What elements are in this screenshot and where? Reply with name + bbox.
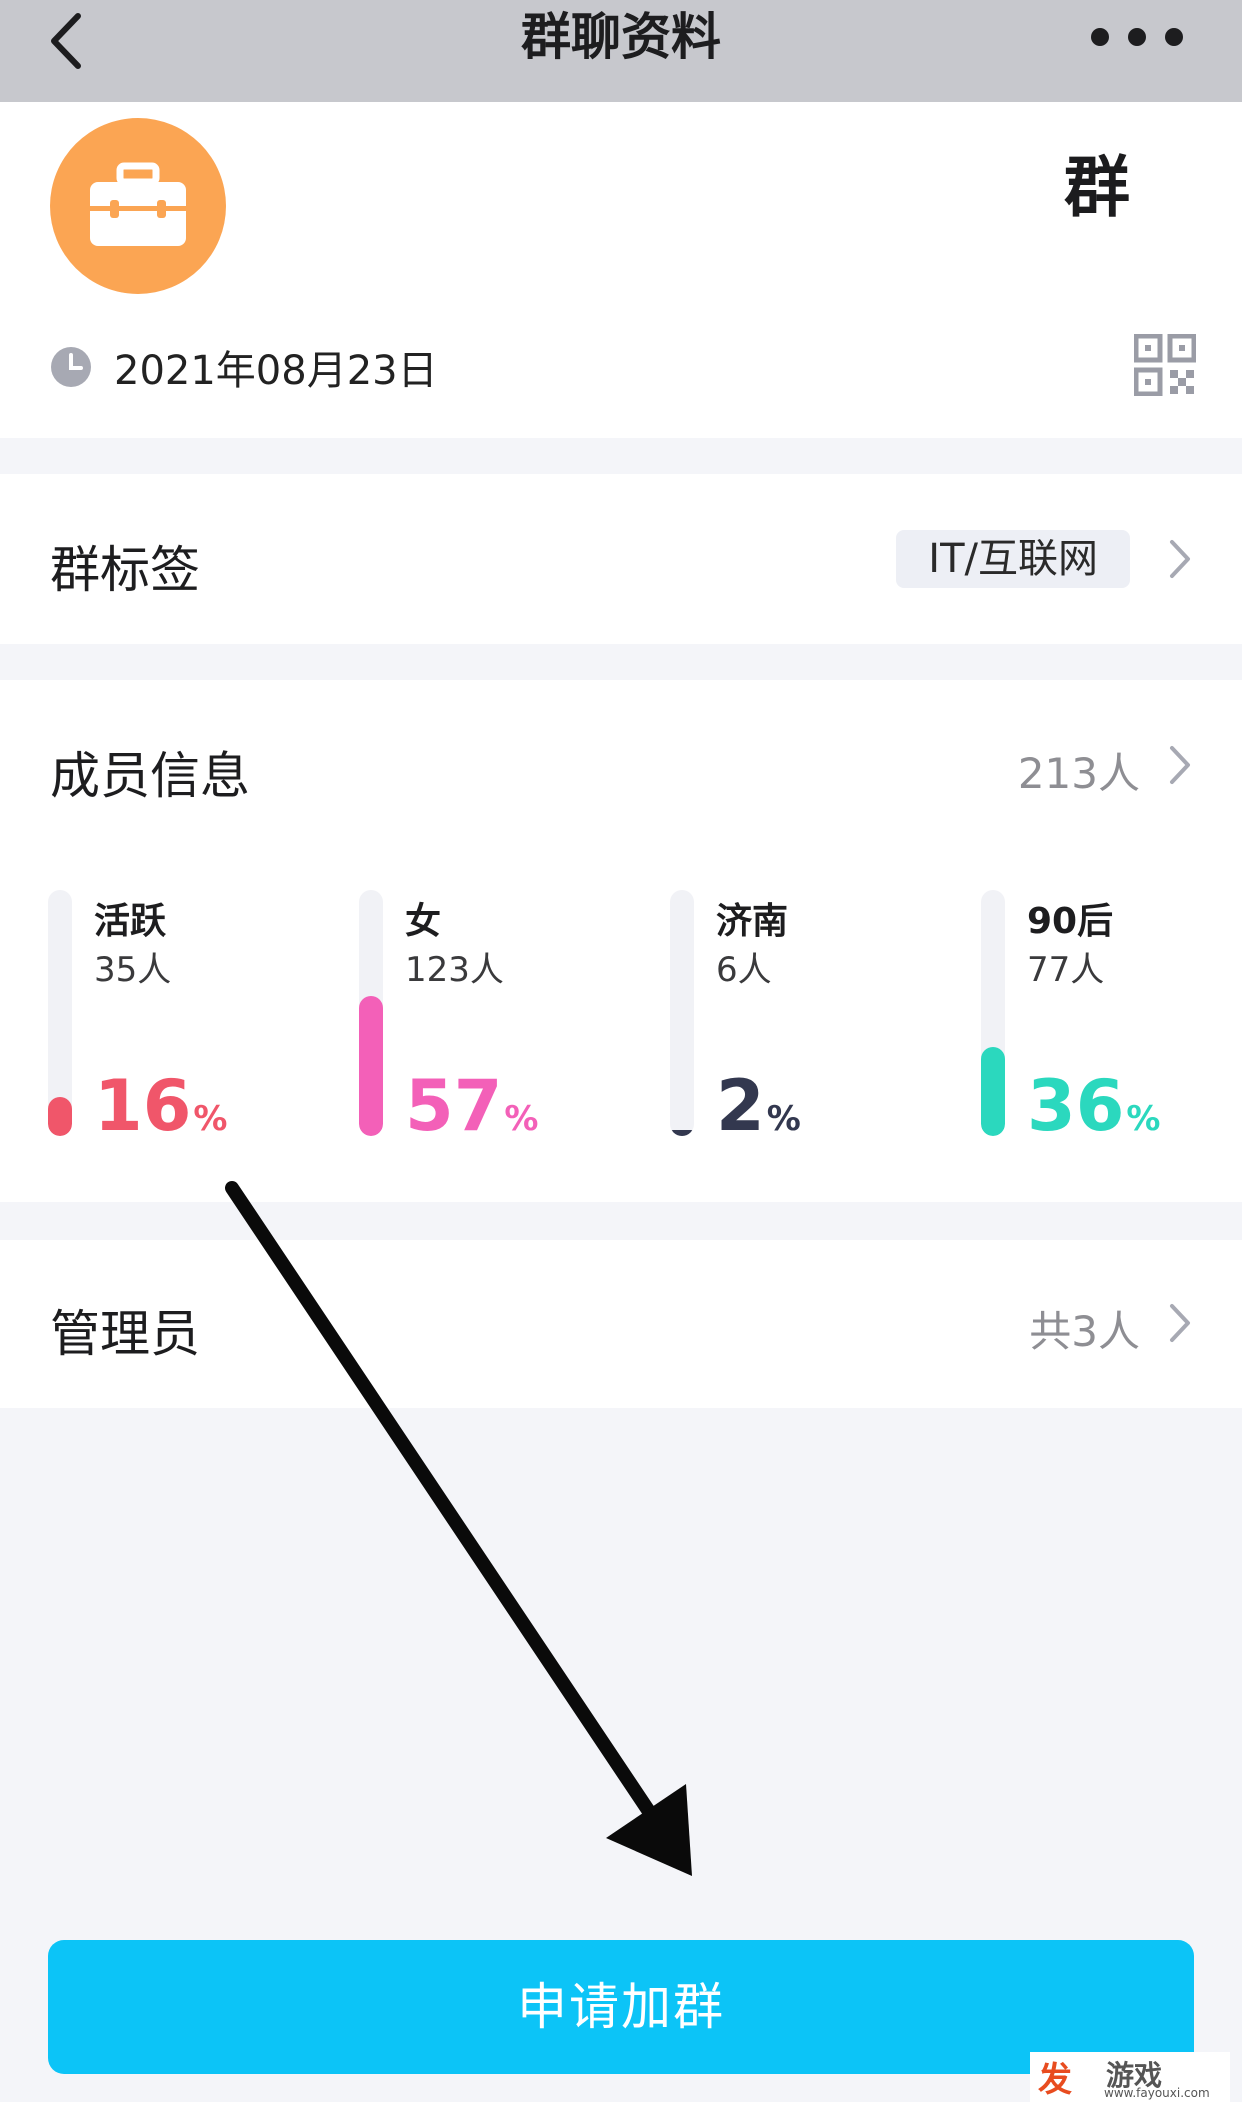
stat-bar-track <box>981 890 1005 1136</box>
stat-age-group: 90后 77人 36% <box>981 890 1242 1150</box>
stat-count: 123人 <box>405 950 504 990</box>
stat-label: 女 <box>405 901 442 942</box>
stat-bar-track <box>670 890 694 1136</box>
stat-count: 35人 <box>94 950 172 990</box>
watermark-url: www.fayouxi.com <box>1104 2086 1210 2100</box>
clock-icon <box>51 347 91 387</box>
nav-bar: 群聊资料 <box>0 0 1242 102</box>
stat-percent: 36% <box>1027 1066 1161 1159</box>
stat-bar-track <box>359 890 383 1136</box>
admins-count: 共3人 <box>1029 1307 1140 1356</box>
group-name: 群 <box>270 130 1130 220</box>
chevron-right-icon <box>1170 540 1190 578</box>
stat-percent-value: 16 <box>94 1065 192 1147</box>
join-group-button[interactable]: 申请加群 <box>48 1940 1194 2074</box>
stat-location: 济南 6人 2% <box>670 890 970 1150</box>
member-info-row[interactable]: 成员信息 213人 <box>0 680 1242 850</box>
stat-label: 济南 <box>716 901 789 942</box>
stat-percent-unit: % <box>1126 1099 1161 1139</box>
stat-percent-value: 57 <box>405 1065 503 1147</box>
group-avatar[interactable] <box>50 118 226 294</box>
group-name-tail: 群 <box>1064 149 1130 220</box>
stat-count: 77人 <box>1027 950 1105 990</box>
stat-percent-value: 2 <box>716 1065 765 1147</box>
stat-percent: 57% <box>405 1066 539 1159</box>
stat-bar-track <box>48 890 72 1136</box>
stat-label: 活跃 <box>94 901 167 942</box>
stat-percent-unit: % <box>504 1099 539 1139</box>
group-tags-label: 群标签 <box>50 541 200 599</box>
briefcase-icon <box>90 162 186 246</box>
group-tags-row[interactable]: 群标签 IT/互联网 <box>0 474 1242 644</box>
stat-percent: 16% <box>94 1066 228 1159</box>
stat-bar-fill <box>981 1047 1005 1136</box>
page-title: 群聊资料 <box>521 8 721 66</box>
stat-bar-fill <box>48 1097 72 1136</box>
more-button[interactable] <box>1082 22 1192 52</box>
stat-label: 90后 <box>1027 901 1114 942</box>
group-header: 群 2021年08月23日 <box>0 102 1242 438</box>
member-info-label: 成员信息 <box>50 747 250 805</box>
watermark-brand-char: 发 <box>1038 2060 1072 2100</box>
created-date-row: 2021年08月23日 <box>50 342 438 394</box>
chevron-right-icon <box>1170 746 1190 784</box>
stat-percent-unit: % <box>193 1099 228 1139</box>
stat-percent: 2% <box>716 1066 801 1159</box>
member-info-section: 成员信息 213人 活跃 35人 16% 女 123人 57% 济南 6人 2%… <box>0 680 1242 1202</box>
watermark-logo: 发 游戏 www.fayouxi.com <box>1030 2052 1230 2102</box>
stat-percent-unit: % <box>766 1099 801 1139</box>
tag-pill: IT/互联网 <box>896 530 1130 588</box>
member-count: 213人 <box>1017 749 1140 798</box>
stat-percent-value: 36 <box>1027 1065 1125 1147</box>
created-date: 2021年08月23日 <box>114 348 438 394</box>
redacted-name-mask <box>270 130 1050 220</box>
stat-count: 6人 <box>716 950 772 990</box>
more-dots-icon <box>1091 28 1183 46</box>
qr-code-icon[interactable] <box>1134 334 1196 396</box>
stat-bar-fill <box>670 1130 694 1136</box>
stat-active: 活跃 35人 16% <box>48 890 348 1150</box>
admins-row[interactable]: 管理员 共3人 <box>0 1240 1242 1408</box>
chevron-right-icon <box>1170 1304 1190 1342</box>
stat-female: 女 123人 57% <box>359 890 659 1150</box>
stat-bar-fill <box>359 996 383 1136</box>
admins-label: 管理员 <box>50 1305 200 1363</box>
